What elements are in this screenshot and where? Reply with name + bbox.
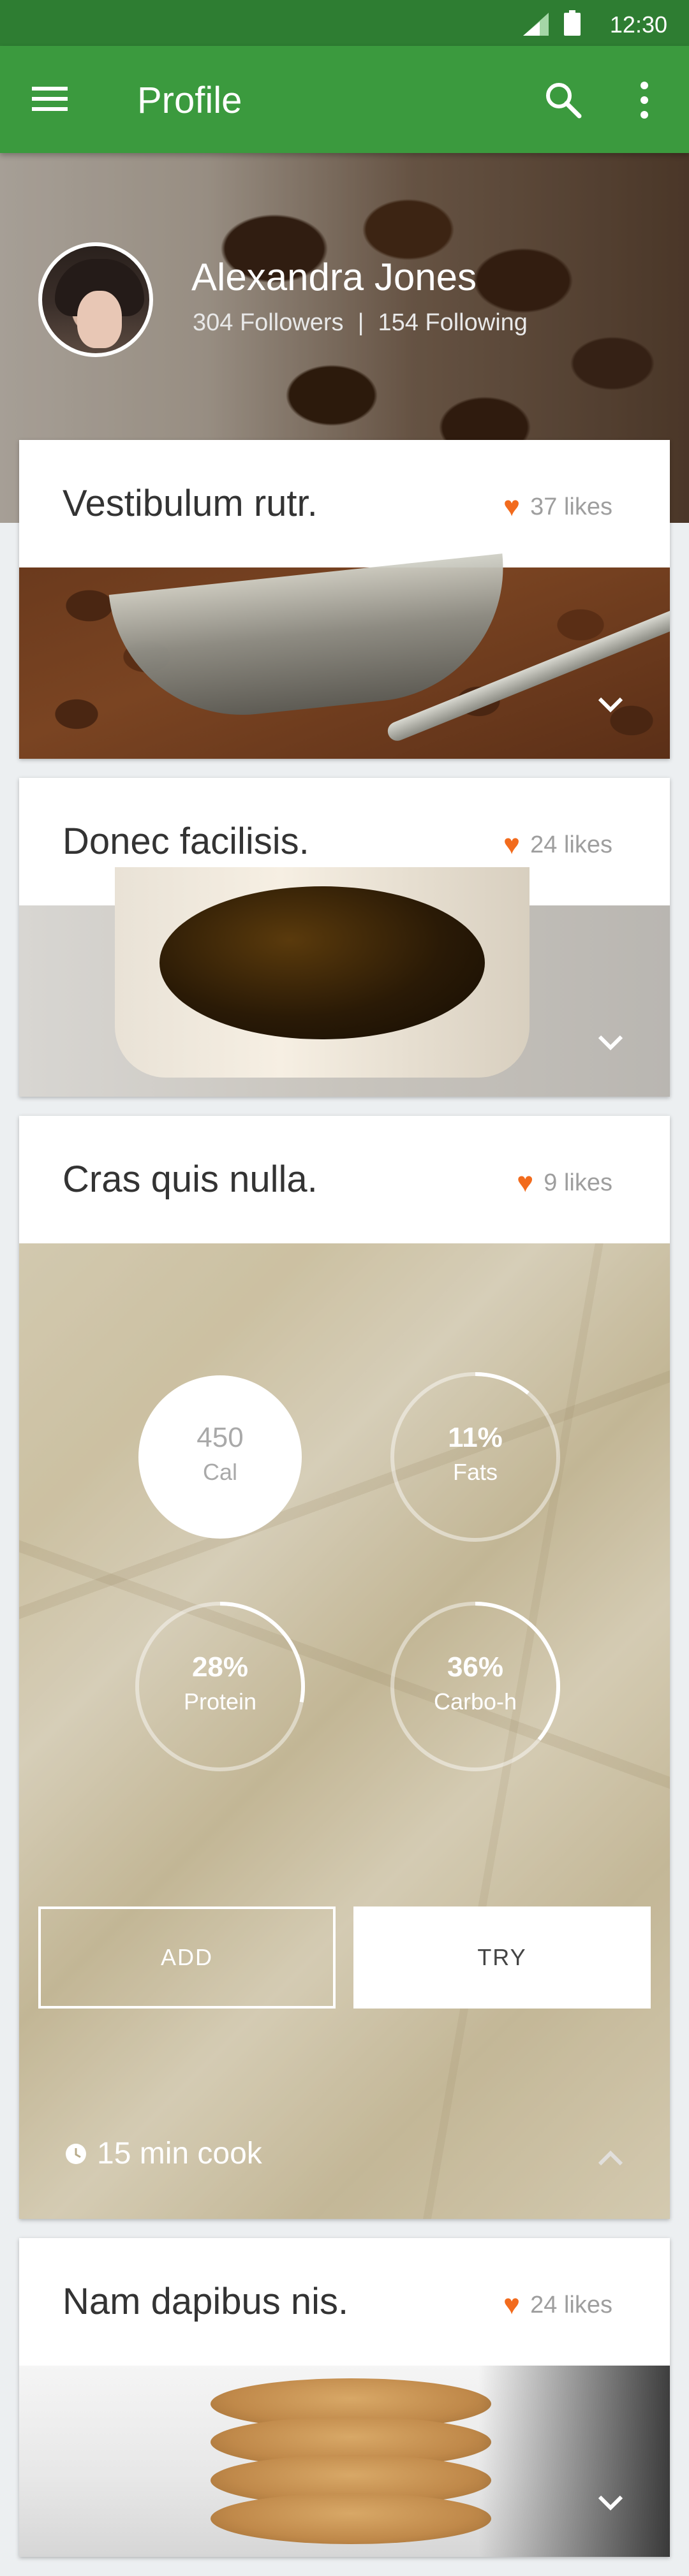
honey-cup-photo [19,867,670,1097]
post-card-expanded[interactable]: Cras quis nulla. ♥ 9 likes 450 Cal 11% Fa… [19,1116,670,2219]
likes-label: 24 likes [530,831,612,858]
fats-ring: 11% Fats [389,1371,561,1543]
fats-value: 11% [448,1422,503,1453]
cookies-photo [19,2366,670,2557]
cheese-photo: 450 Cal 11% Fats 28% Protein 36% Carbo-h… [19,1243,670,2219]
card-header: Nam dapibus nis. ♥ 24 likes [19,2238,670,2366]
profile-name: Alexandra Jones [191,256,477,298]
likes-label: 24 likes [530,2292,612,2318]
post-card[interactable]: Nam dapibus nis. ♥ 24 likes [19,2238,670,2557]
likes-count[interactable]: ♥ 9 likes [517,1167,612,1199]
followers-count[interactable]: 304 Followers [193,309,344,336]
heart-icon[interactable]: ♥ [503,491,520,522]
protein-ring: 28% Protein [134,1600,306,1773]
carbs-label: Carbo-h [433,1688,517,1715]
post-card[interactable]: Vestibulum rutr. ♥ 37 likes [19,440,670,759]
signal-icon [523,13,549,36]
add-button[interactable]: ADD [38,1906,336,2009]
clock-icon [66,2144,86,2164]
carbs-ring: 36% Carbo-h [389,1600,561,1773]
chevron-down-icon[interactable] [596,1033,625,1052]
try-button[interactable]: TRY [353,1906,651,2009]
avatar[interactable] [38,242,153,357]
chevron-down-icon[interactable] [596,2493,625,2512]
card-header: Cras quis nulla. ♥ 9 likes [19,1116,670,1243]
stats-separator: | [357,309,364,336]
battery-icon [564,10,581,36]
following-count[interactable]: 154 Following [378,309,527,336]
profile-stats: 304 Followers | 154 Following [193,309,528,337]
fats-label: Fats [452,1459,498,1485]
status-bar: 12:30 [0,0,689,46]
menu-icon[interactable] [32,83,70,115]
likes-count[interactable]: ♥ 24 likes [503,2289,612,2321]
protein-value: 28% [191,1651,249,1683]
likes-label: 9 likes [544,1169,612,1196]
likes-count[interactable]: ♥ 37 likes [503,491,612,523]
status-time: 12:30 [609,11,667,38]
card-title: Vestibulum rutr. [63,483,318,524]
chevron-down-icon[interactable] [596,695,625,714]
more-vert-icon[interactable] [632,78,657,122]
chevron-up-icon[interactable] [596,2149,625,2168]
post-card[interactable]: Donec facilisis. ♥ 24 likes [19,778,670,1097]
coffee-grinder-photo [19,553,670,759]
cook-time-label: 15 min cook [97,2137,262,2170]
card-header: Vestibulum rutr. ♥ 37 likes [19,440,670,567]
heart-icon[interactable]: ♥ [503,829,520,860]
carbs-value: 36% [447,1651,504,1683]
calories-value: 450 [196,1422,244,1453]
calories-label: Cal [202,1459,238,1485]
protein-label: Protein [183,1688,257,1715]
likes-label: 37 likes [530,494,612,520]
app-bar: Profile [0,46,689,153]
page-title: Profile [137,80,242,121]
heart-icon[interactable]: ♥ [517,1167,533,1198]
card-title: Cras quis nulla. [63,1159,318,1200]
card-title: Donec facilisis. [63,821,309,862]
likes-count[interactable]: ♥ 24 likes [503,829,612,861]
cook-time: 15 min cook [65,2136,262,2171]
heart-icon[interactable]: ♥ [503,2289,520,2320]
calories-ring: 450 Cal [134,1371,306,1543]
search-icon[interactable] [542,79,584,121]
card-title: Nam dapibus nis. [63,2281,349,2322]
